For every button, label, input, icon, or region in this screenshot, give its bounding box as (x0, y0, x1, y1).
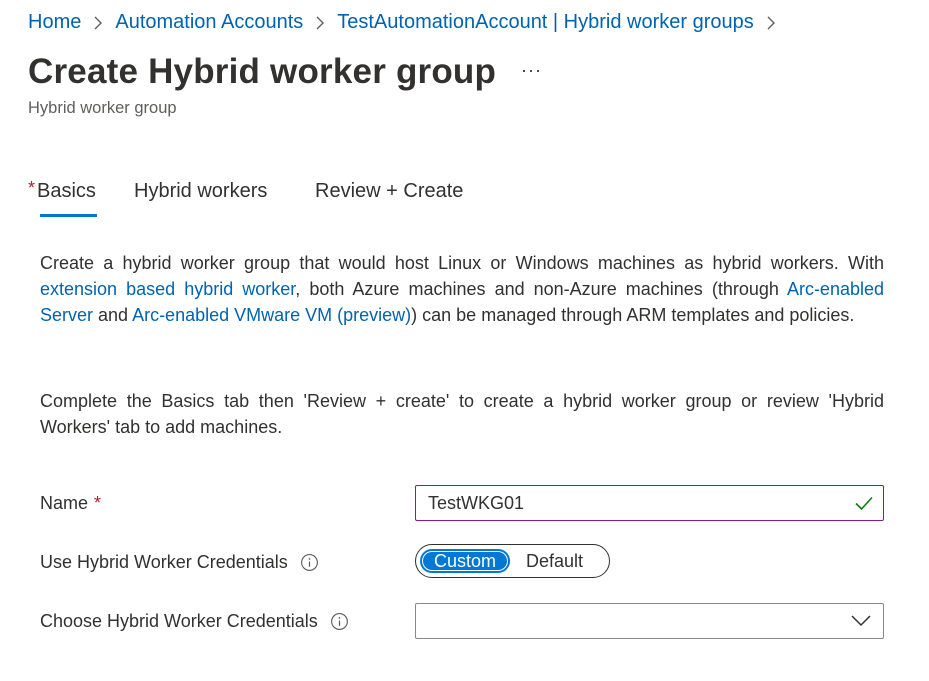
name-label: Name * (40, 493, 101, 514)
choose-credentials-dropdown[interactable] (415, 603, 884, 639)
custom-option[interactable]: Custom (420, 549, 510, 573)
breadcrumb-hybrid-worker-groups[interactable]: TestAutomationAccount | Hybrid worker gr… (337, 11, 754, 34)
name-input[interactable]: TestWKG01 (415, 485, 884, 521)
active-tab-indicator (40, 214, 97, 217)
required-marker: * (28, 178, 36, 198)
chevron-down-icon (851, 615, 871, 627)
info-icon[interactable] (330, 612, 349, 631)
name-input-value[interactable]: TestWKG01 (428, 493, 853, 514)
tab-basics-label: Basics (37, 180, 96, 202)
chevron-right-icon (93, 16, 103, 30)
description-text: Create a hybrid worker group that would … (40, 253, 884, 273)
chevron-right-icon (766, 16, 776, 30)
choose-credentials-label: Choose Hybrid Worker Credentials (40, 611, 349, 632)
use-credentials-label-text: Use Hybrid Worker Credentials (40, 552, 288, 572)
breadcrumb-home[interactable]: Home (28, 11, 81, 34)
tab-review-create[interactable]: Review + Create (315, 180, 463, 203)
use-credentials-label: Use Hybrid Worker Credentials (40, 552, 319, 573)
description-text: , both Azure machines and non-Azure mach… (295, 279, 787, 299)
extension-hybrid-worker-link[interactable]: extension based hybrid worker (40, 279, 295, 299)
credentials-toggle: Custom Default (415, 544, 610, 578)
description-paragraph: Create a hybrid worker group that would … (40, 250, 884, 328)
description-text: ) can be managed through ARM templates a… (411, 305, 855, 325)
chevron-right-icon (315, 16, 325, 30)
name-label-text: Name (40, 493, 89, 513)
choose-credentials-label-text: Choose Hybrid Worker Credentials (40, 611, 318, 631)
page-subtitle: Hybrid worker group (28, 99, 177, 117)
breadcrumb: Home Automation Accounts TestAutomationA… (28, 11, 788, 34)
tab-basics[interactable]: * Basics (28, 178, 96, 203)
breadcrumb-automation-accounts[interactable]: Automation Accounts (115, 11, 303, 34)
required-marker: * (94, 493, 102, 513)
default-option[interactable]: Default (526, 551, 583, 572)
page-title: Create Hybrid worker group (28, 52, 497, 91)
info-icon[interactable] (300, 553, 319, 572)
tab-hybrid-workers[interactable]: Hybrid workers (134, 180, 267, 203)
description-text: and (93, 305, 133, 325)
instruction-paragraph: Complete the Basics tab then 'Review + c… (40, 391, 884, 437)
checkmark-icon (855, 496, 873, 511)
arc-enabled-vmware-link[interactable]: Arc-enabled VMware VM (preview) (132, 305, 411, 325)
more-options-icon[interactable]: ··· (521, 60, 542, 81)
